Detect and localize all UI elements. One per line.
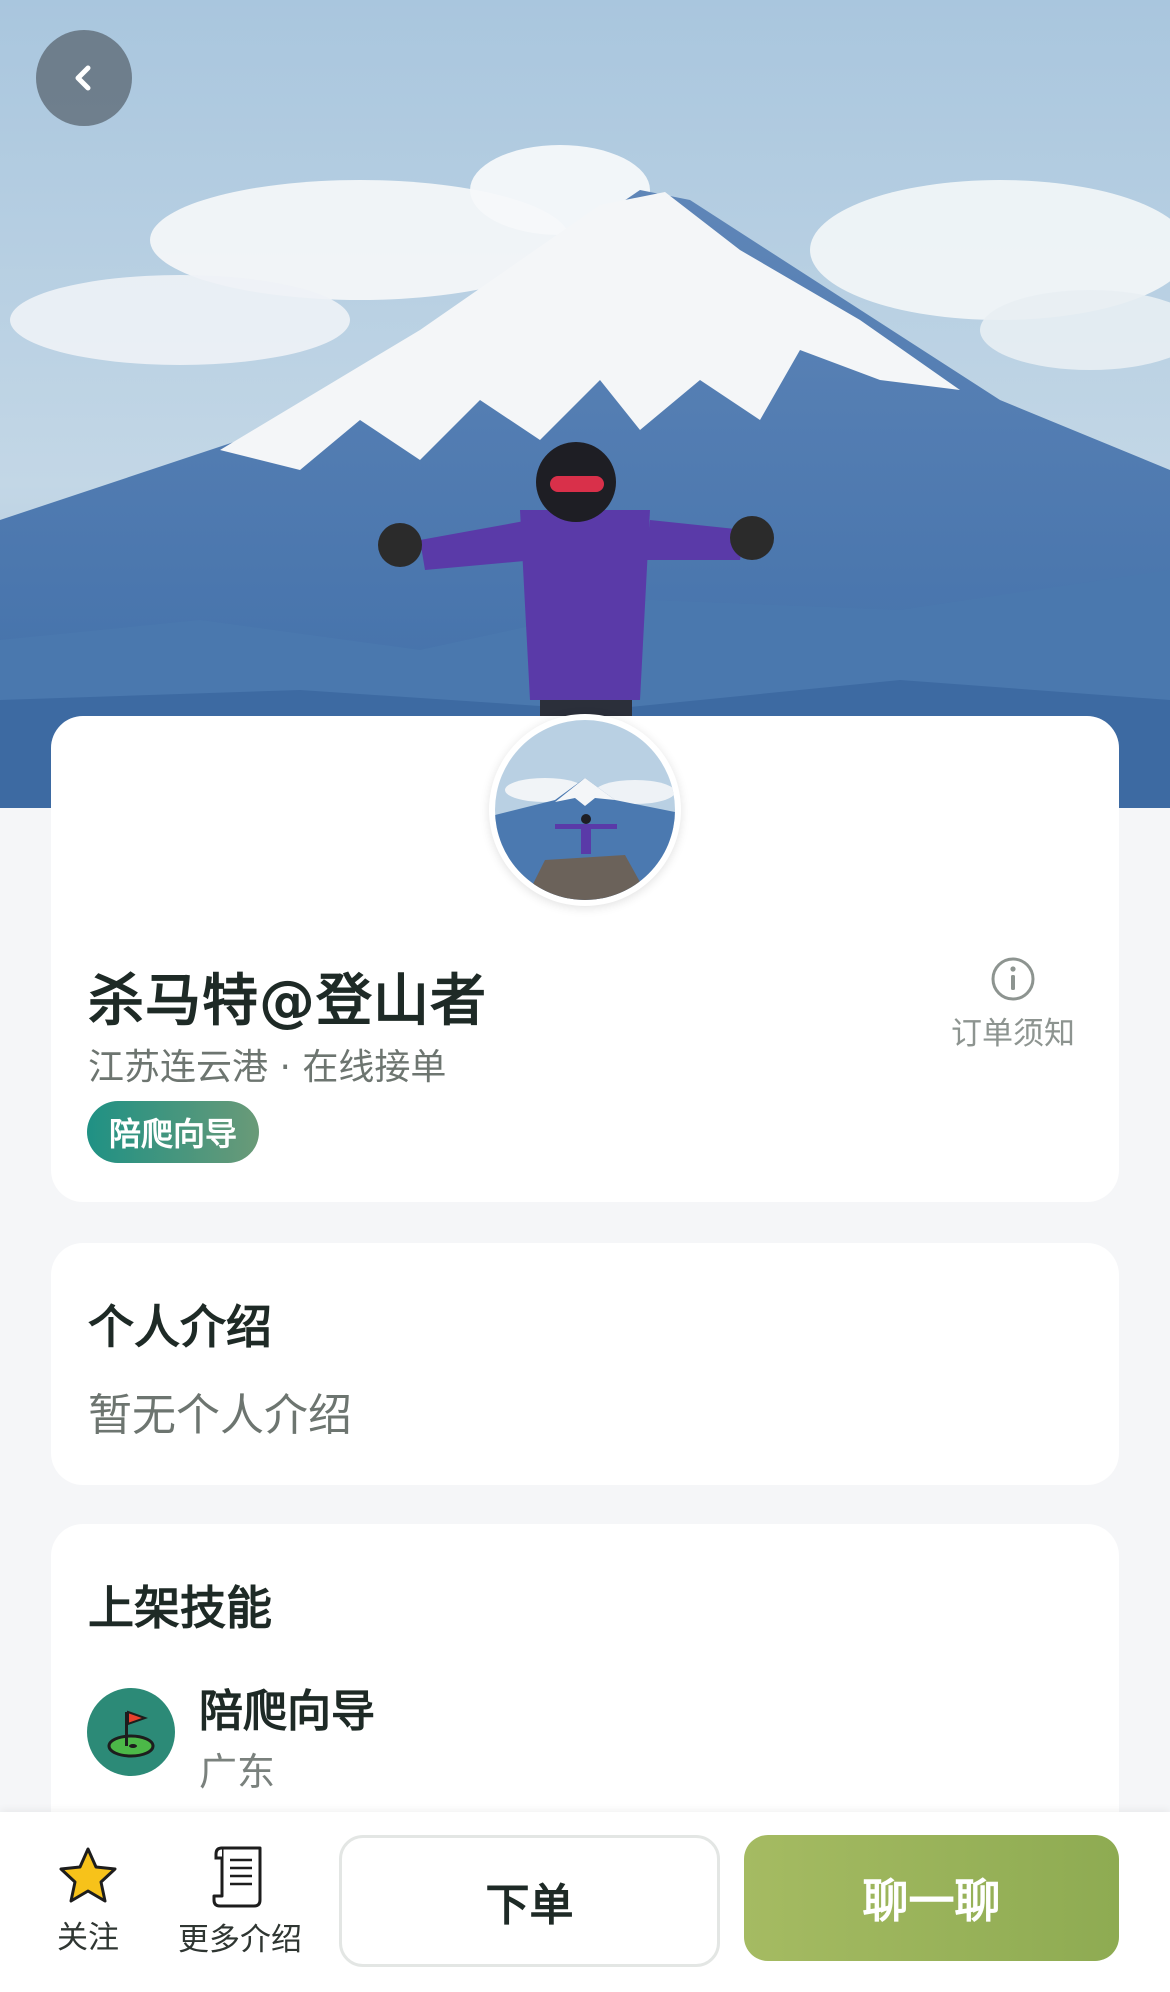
avatar-image <box>495 720 675 900</box>
hero-banner <box>0 0 1170 808</box>
skill-region: 广东 <box>199 1750 276 1794</box>
chevron-left-icon <box>75 65 91 91</box>
info-icon <box>991 957 1035 1001</box>
skill-name: 陪爬向导 <box>199 1686 375 1737</box>
username: 杀马特@登山者 <box>88 969 487 1034</box>
chat-button[interactable]: 聊一聊 <box>744 1835 1119 1961</box>
more-intro-label: 更多介绍 <box>178 1922 302 1958</box>
role-tag: 陪爬向导 <box>87 1101 260 1163</box>
intro-card: 个人介绍 暂无个人介绍 <box>51 1243 1119 1485</box>
profile-card: 杀马特@登山者 江苏连云港 · 在线接单 陪爬向导 订单须知 <box>51 714 1119 1202</box>
profile-page: 杀马特@登山者 江苏连云港 · 在线接单 陪爬向导 订单须知 个人介绍 暂无个人… <box>0 0 1170 1992</box>
skills-title: 上架技能 <box>88 1581 272 1635</box>
bottom-action-bar: 关注 更多介绍 下单 聊一聊 <box>0 1812 1170 1992</box>
order-button[interactable]: 下单 <box>339 1835 720 1967</box>
order-notice-label: 订单须知 <box>951 1016 1075 1052</box>
location-status: 江苏连云港 · 在线接单 <box>88 1047 447 1088</box>
intro-text: 暂无个人介绍 <box>88 1390 352 1441</box>
skill-icon-badge <box>87 1688 175 1776</box>
back-button[interactable] <box>36 30 132 126</box>
follow-label: 关注 <box>57 1920 119 1956</box>
avatar[interactable] <box>489 714 681 906</box>
order-notice-button[interactable]: 订单须知 <box>943 956 1083 1053</box>
golf-flag-icon <box>107 1710 155 1758</box>
scroll-icon <box>212 1846 262 1908</box>
star-icon <box>59 1847 117 1903</box>
mountain-hiker-image <box>0 0 1170 808</box>
intro-title: 个人介绍 <box>88 1300 272 1354</box>
skill-item[interactable]: 陪爬向导 广东 <box>87 1684 375 1794</box>
more-intro-button[interactable]: 更多介绍 <box>172 1844 308 1959</box>
follow-button[interactable]: 关注 <box>50 1844 126 1957</box>
